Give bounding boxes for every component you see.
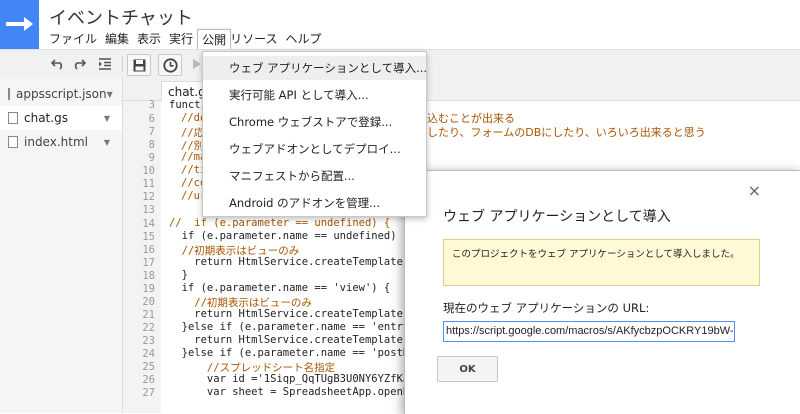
chevron-down-icon[interactable]: ▼ (107, 90, 113, 99)
menu-item-android-addons[interactable]: Android のアドオンを管理... (203, 191, 426, 215)
line-number: 24 (142, 348, 155, 360)
line-number: 16 (142, 244, 155, 256)
indent-icon[interactable] (94, 54, 116, 74)
deploy-web-app-dialog: × ウェブ アプリケーションとして導入 このプロジェクトをウェブ アプリケーショ… (404, 170, 800, 414)
file-sidebar: appsscript.json ▼ chat.gs ▼ index.html ▼ (0, 78, 123, 413)
file-name: index.html (24, 135, 88, 149)
menu-help[interactable]: ヘルプ (285, 29, 326, 49)
menu-run[interactable]: 実行 (169, 29, 198, 49)
line-number: 23 (142, 335, 155, 347)
code-line[interactable]: if (e.parameter.name == undefined) { (169, 230, 410, 242)
line-number: 7 (148, 126, 155, 138)
close-icon[interactable]: × (748, 181, 761, 200)
publish-menu-dropdown: ウェブ アプリケーションとして導入... 実行可能 API として導入... C… (202, 51, 427, 217)
redo-icon[interactable] (68, 54, 90, 74)
code-line[interactable]: }else if (e.parameter.name == 'postDa (169, 347, 416, 359)
web-app-url-field[interactable]: https://script.google.com/macros/s/AKfyc… (443, 321, 735, 342)
line-number: 10 (142, 165, 155, 177)
code-line[interactable]: var sheet = SpreadsheetApp.openBy (169, 386, 416, 398)
menu-edit[interactable]: 編集 (105, 29, 134, 49)
line-number: 19 (142, 283, 155, 295)
code-line[interactable]: if (e.parameter.name == 'view') { (169, 282, 391, 294)
line-number: 21 (142, 309, 155, 321)
menu-item-deploy-web-app[interactable]: ウェブ アプリケーションとして導入... (203, 56, 427, 80)
code-line[interactable]: return HtmlService.createTemplateFr (169, 334, 415, 346)
file-name: appsscript.json (16, 87, 107, 101)
menu-bar: ファイル 編集 表示 実行 公開 リソース ヘルプ (49, 29, 330, 49)
chevron-down-icon[interactable]: ▼ (104, 138, 110, 147)
chevron-down-icon[interactable]: ▼ (104, 114, 110, 123)
file-item[interactable]: appsscript.json ▼ (0, 82, 122, 106)
menu-file[interactable]: ファイル (49, 29, 102, 49)
line-number: 3 (148, 99, 155, 111)
file-name: chat.gs (24, 111, 68, 125)
code-line[interactable]: }else if (e.parameter.name == 'entryf (169, 321, 416, 333)
code-line[interactable]: } (169, 269, 188, 281)
menu-item-deploy-addon[interactable]: ウェブアドオンとしてデプロイ... (203, 137, 426, 161)
file-icon (8, 88, 10, 100)
menu-resources[interactable]: リソース (230, 29, 282, 49)
line-number: 8 (148, 139, 155, 151)
clock-trigger-icon[interactable] (158, 54, 182, 76)
line-number: 25 (142, 361, 155, 373)
code-line[interactable]: var id ='1Siqp_QqTUgB3U0NY6YZfKa7 (169, 373, 416, 385)
comment-fragment: したり、フォームのDBにしたり、いろいろ出来ると思う (427, 126, 706, 139)
menu-item-deploy-from-manifest[interactable]: マニフェストから配置... (203, 164, 426, 188)
arrow-right-icon (6, 17, 33, 31)
line-number-gutter: 3 6 7 8 9 10 11 12 13 14 15 16 17 18 19 … (123, 99, 161, 413)
file-item[interactable]: index.html ▼ (0, 130, 122, 154)
file-icon (8, 136, 18, 148)
line-number: 6 (148, 113, 155, 125)
line-number: 13 (142, 204, 155, 216)
project-title[interactable]: イベントチャット (49, 4, 193, 30)
line-number: 26 (142, 374, 155, 386)
file-item-selected[interactable]: chat.gs ▼ (0, 106, 122, 130)
save-icon[interactable] (127, 54, 151, 76)
line-number: 14 (142, 218, 155, 230)
apps-script-logo[interactable] (0, 0, 39, 49)
line-number: 20 (142, 296, 155, 308)
undo-icon[interactable] (47, 54, 69, 74)
line-number: 12 (142, 191, 155, 203)
code-line[interactable]: return HtmlService.createTemplateFr (169, 256, 415, 268)
line-number: 9 (148, 152, 155, 164)
code-line[interactable]: return HtmlService.createTemplateFr (169, 308, 415, 320)
menu-publish[interactable]: 公開 (197, 29, 232, 49)
menu-item-deploy-api[interactable]: 実行可能 API として導入... (203, 83, 426, 107)
line-number: 11 (142, 178, 155, 190)
line-number: 27 (142, 387, 155, 399)
line-number: 17 (142, 257, 155, 269)
menu-view[interactable]: 表示 (137, 29, 166, 49)
line-number: 15 (142, 231, 155, 243)
success-notice: このプロジェクトをウェブ アプリケーションとして導入しました。 (443, 239, 760, 286)
file-icon (8, 112, 18, 124)
dialog-title: ウェブ アプリケーションとして導入 (443, 209, 671, 225)
line-number: 18 (142, 270, 155, 282)
url-label: 現在のウェブ アプリケーションの URL: (443, 301, 650, 315)
menu-item-chrome-web-store[interactable]: Chrome ウェブストアで登録... (203, 110, 426, 134)
line-number: 22 (142, 322, 155, 334)
ok-button[interactable]: OK (437, 356, 498, 382)
code-line[interactable]: // if (e.parameter == undefined) { (169, 217, 390, 229)
